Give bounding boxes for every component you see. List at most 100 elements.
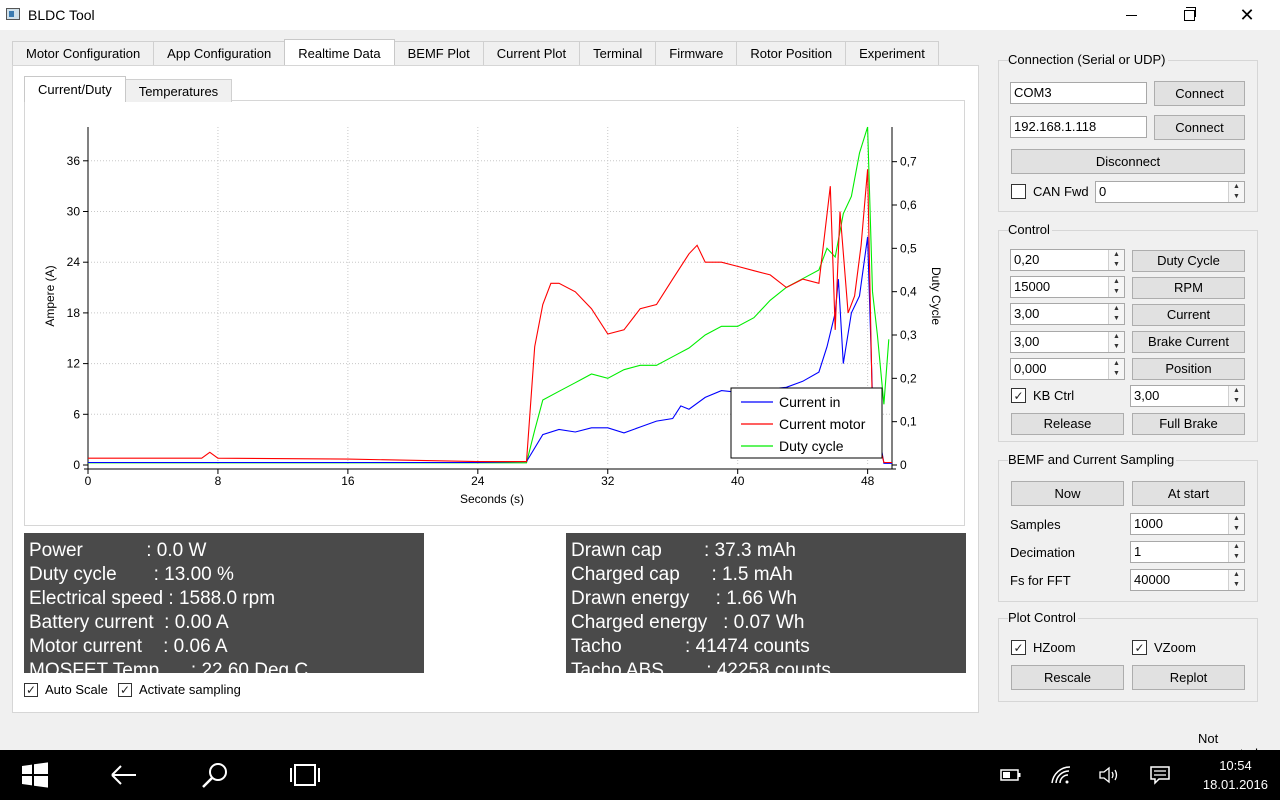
tab-current-plot[interactable]: Current Plot <box>482 41 581 65</box>
spin-arrows[interactable]: ▲ ▼ <box>1108 250 1124 270</box>
taskbar: 10:54 18.01.2016 <box>0 750 1280 800</box>
duty-cycle-spinbox[interactable]: 0,20 ▲ ▼ <box>1010 249 1125 271</box>
minimize-icon <box>1125 14 1137 16</box>
app-icon <box>6 8 20 20</box>
readout-panel-left: Power : 0.0 W Duty cycle : 13.00 % Electri… <box>24 533 424 673</box>
y-tick-label: 24 <box>67 255 81 269</box>
connect-udp-button[interactable]: Connect <box>1154 115 1245 140</box>
minimize-button[interactable] <box>1108 0 1154 30</box>
tab-rotor-position[interactable]: Rotor Position <box>736 41 847 65</box>
spin-arrows[interactable]: ▲ ▼ <box>1228 514 1244 534</box>
tab-terminal[interactable]: Terminal <box>579 41 657 65</box>
tab-experiment[interactable]: Experiment <box>845 41 939 65</box>
decimation-value: 1 <box>1134 544 1142 559</box>
volume-icon[interactable] <box>1098 764 1122 786</box>
serial-port-input[interactable]: COM3 <box>1010 82 1147 104</box>
fs-fft-spinbox[interactable]: 40000 ▲ ▼ <box>1130 569 1245 591</box>
tab-bemf-plot[interactable]: BEMF Plot <box>393 41 484 65</box>
connect-serial-button[interactable]: Connect <box>1154 81 1245 106</box>
y-tick-label: 18 <box>67 306 81 320</box>
tab-current-duty[interactable]: Current/Duty <box>24 76 126 102</box>
kb-ctrl-checkbox[interactable]: KB Ctrl <box>1011 388 1074 403</box>
position-value: 0,000 <box>1014 361 1047 376</box>
x-tick-label: 40 <box>731 474 745 488</box>
x-tick-label: 0 <box>85 474 92 488</box>
tab-temperatures[interactable]: Temperatures <box>124 79 233 102</box>
notifications-icon[interactable] <box>1150 764 1170 786</box>
task-view-icon[interactable] <box>288 764 322 786</box>
udp-address-input[interactable]: 192.168.1.118 <box>1010 116 1147 138</box>
current-button[interactable]: Current <box>1132 304 1245 326</box>
spin-arrows[interactable]: ▲ ▼ <box>1108 359 1124 379</box>
battery-icon[interactable] <box>1000 764 1022 786</box>
y-tick-label: 36 <box>67 154 81 168</box>
readout-value: : 1.66 Wh <box>715 588 797 609</box>
brake-current-button[interactable]: Brake Current <box>1132 331 1245 353</box>
close-button[interactable]: ✕ <box>1224 0 1270 30</box>
brake-current-spinbox[interactable]: 3,00 ▲ ▼ <box>1010 331 1125 353</box>
y2-tick-label: 0,3 <box>900 328 917 342</box>
tab-firmware[interactable]: Firmware <box>655 41 738 65</box>
auto-scale-label: Auto Scale <box>45 682 108 697</box>
sample-at-start-button[interactable]: At start <box>1132 481 1245 506</box>
position-spinbox[interactable]: 0,000 ▲ ▼ <box>1010 358 1125 380</box>
search-icon[interactable] <box>201 763 229 788</box>
readout-value: : 41474 counts <box>685 636 810 657</box>
decimation-spinbox[interactable]: 1 ▲ ▼ <box>1130 541 1245 563</box>
can-fwd-id-spinbox[interactable]: 0 ▲ ▼ <box>1095 181 1245 203</box>
start-icon[interactable] <box>22 762 48 788</box>
tab-app-configuration[interactable]: App Configuration <box>153 41 286 65</box>
readout-line: Power : 0.0 W <box>29 539 424 563</box>
spin-arrows[interactable]: ▲ ▼ <box>1228 386 1244 406</box>
clock-time: 10:54 <box>1219 758 1252 773</box>
maximize-button[interactable] <box>1166 0 1212 30</box>
spin-arrows[interactable]: ▲ ▼ <box>1108 304 1124 324</box>
y-tick-label: 0 <box>73 458 80 472</box>
samples-spinbox[interactable]: 1000 ▲ ▼ <box>1130 513 1245 535</box>
readout-value: : 0.00 A <box>164 612 229 633</box>
spin-arrows[interactable]: ▲ ▼ <box>1108 277 1124 297</box>
legend-label: Current in <box>779 394 840 410</box>
main-tab-bar: Motor Configuration App Configuration Re… <box>12 39 939 65</box>
can-fwd-checkbox[interactable]: CAN Fwd <box>1011 184 1089 199</box>
rescale-button[interactable]: Rescale <box>1011 665 1124 690</box>
title-bar: BLDC Tool ✕ <box>0 0 1280 30</box>
full-brake-button[interactable]: Full Brake <box>1132 413 1245 435</box>
vzoom-checkbox[interactable]: VZoom <box>1132 640 1196 655</box>
taskbar-clock[interactable]: 10:54 18.01.2016 <box>1203 756 1268 794</box>
readout-value: : 0.07 Wh <box>723 612 805 633</box>
readout-line: Electrical speed : 1588.0 rpm <box>29 587 424 611</box>
hzoom-label: HZoom <box>1033 640 1076 655</box>
kb-ctrl-spinbox[interactable]: 3,00 ▲ ▼ <box>1130 385 1245 407</box>
kb-ctrl-label: KB Ctrl <box>1033 388 1075 403</box>
y2-tick-label: 0,7 <box>900 155 917 169</box>
spin-arrows[interactable]: ▲ ▼ <box>1228 542 1244 562</box>
y-tick-label: 6 <box>73 407 80 421</box>
readout-line: Drawn energy : 1.66 Wh <box>571 587 966 611</box>
spin-arrows[interactable]: ▲ ▼ <box>1108 332 1124 352</box>
replot-button[interactable]: Replot <box>1132 665 1245 690</box>
tab-realtime-data[interactable]: Realtime Data <box>284 39 395 65</box>
sample-now-button[interactable]: Now <box>1011 481 1124 506</box>
wifi-icon[interactable] <box>1050 764 1072 786</box>
checkbox-checked-icon <box>24 682 38 697</box>
release-button[interactable]: Release <box>1011 413 1124 435</box>
clock-date: 18.01.2016 <box>1202 777 1268 792</box>
back-icon[interactable] <box>110 764 138 786</box>
spin-arrows[interactable]: ▲ ▼ <box>1228 570 1244 590</box>
readout-label: Battery current <box>29 612 165 633</box>
spin-arrows[interactable]: ▲ ▼ <box>1228 182 1244 202</box>
tab-motor-configuration[interactable]: Motor Configuration <box>12 41 155 65</box>
disconnect-button[interactable]: Disconnect <box>1011 149 1245 174</box>
readout-label: Motor current <box>29 636 164 657</box>
current-spinbox[interactable]: 3,00 ▲ ▼ <box>1010 303 1125 325</box>
x-tick-label: 48 <box>861 474 875 488</box>
rpm-button[interactable]: RPM <box>1132 277 1245 299</box>
rpm-spinbox[interactable]: 15000 ▲ ▼ <box>1010 276 1125 298</box>
position-button[interactable]: Position <box>1132 358 1245 380</box>
auto-scale-checkbox[interactable]: Auto Scale <box>24 682 108 697</box>
activate-sampling-checkbox[interactable]: Activate sampling <box>118 682 241 697</box>
hzoom-checkbox[interactable]: HZoom <box>1011 640 1076 655</box>
current-duty-plot[interactable]: 0 8 16 24 32 40 48 0 6 12 18 24 30 36 0 0,1 0,2 0,3 0,4 0,5… <box>25 101 964 523</box>
duty-cycle-button[interactable]: Duty Cycle <box>1132 250 1245 272</box>
